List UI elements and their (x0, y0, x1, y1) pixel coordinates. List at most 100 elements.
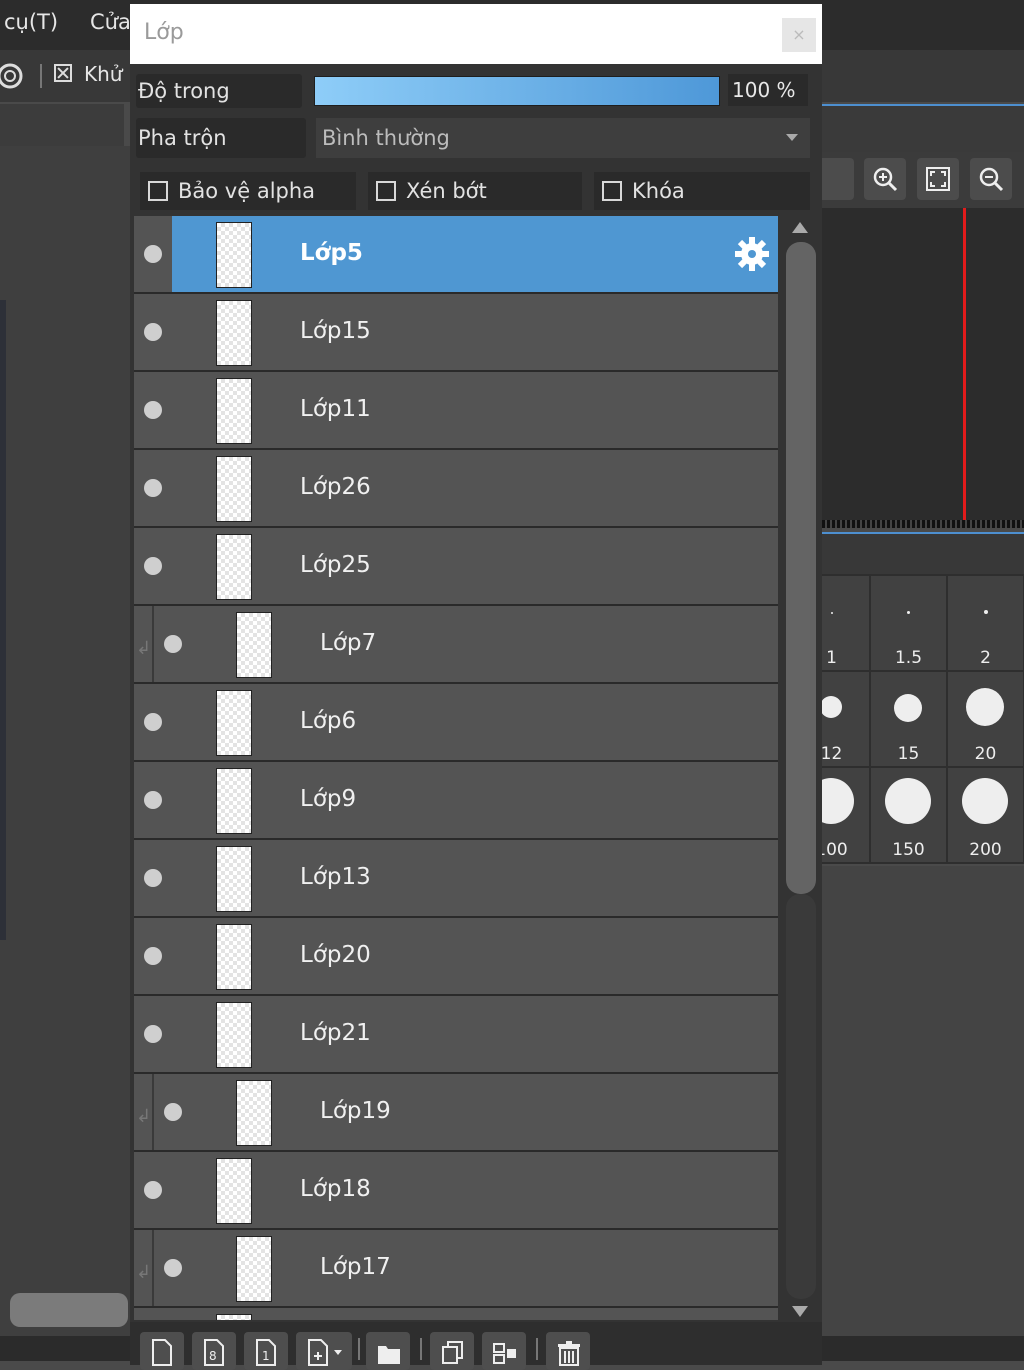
scrollbar-rail (786, 894, 816, 1299)
layer-row[interactable]: Lớp21 (134, 996, 778, 1074)
new-8bit-layer-button[interactable]: 8 (192, 1332, 236, 1370)
opacity-value[interactable]: 100 % (728, 74, 808, 106)
layer-row[interactable]: Lớp5 (134, 216, 778, 294)
layer-row[interactable]: Lớp6 (134, 684, 778, 762)
visibility-toggle-icon[interactable] (144, 401, 162, 419)
layer-row[interactable]: Lớp26 (134, 450, 778, 528)
brush-size-cell[interactable]: 20 (948, 672, 1023, 766)
canvas-area[interactable] (0, 146, 130, 1336)
layer-row[interactable]: Lớp11 (134, 372, 778, 450)
layer-thumbnail (216, 1002, 252, 1068)
scroll-down-arrow-icon[interactable] (792, 1306, 808, 1317)
new-layer-button[interactable] (140, 1332, 184, 1370)
close-button[interactable]: × (782, 18, 816, 52)
layer-row[interactable]: ↲ Lớp17 (134, 1230, 778, 1308)
layer-thumbnail (236, 612, 272, 678)
visibility-toggle-icon[interactable] (164, 1259, 182, 1277)
brush-size-cell[interactable]: 15 (871, 672, 946, 766)
clipping-checkbox[interactable]: Xén bớt (368, 172, 582, 210)
layer-name: Lớp6 (300, 708, 357, 734)
visibility-toggle-icon[interactable] (144, 557, 162, 575)
layer-thumbnail (216, 300, 252, 366)
layer-row[interactable]: Lớp15 (134, 294, 778, 372)
layer-actions-toolbar: 8 1 (130, 1322, 822, 1370)
protect-alpha-checkbox[interactable]: Bảo vệ alpha (140, 172, 356, 210)
brush-size-cell[interactable]: 150 (871, 768, 946, 862)
delete-layer-button[interactable] (546, 1332, 590, 1370)
layer-panel: Lớp × Độ trong 100 % Pha trộn Bình thườn… (130, 4, 822, 1370)
canvas-horizontal-scrollbar[interactable] (10, 1293, 128, 1327)
layer-row[interactable]: ↲ Lớp7 (134, 606, 778, 684)
checkbox-icon (148, 181, 168, 201)
layer-row[interactable]: Lớp20 (134, 918, 778, 996)
opacity-label: Độ trong (136, 74, 302, 108)
clipping-label: Xén bớt (406, 179, 487, 203)
visibility-toggle-icon[interactable] (144, 1181, 162, 1199)
layer-thumbnail (216, 924, 252, 990)
new-1bit-layer-button[interactable]: 1 (244, 1332, 288, 1370)
layer-name: Lớp18 (300, 1176, 371, 1202)
timeline-panel[interactable] (822, 208, 1024, 524)
scrollbar-thumb[interactable] (786, 242, 816, 894)
clipping-arrow-icon: ↲ (136, 1106, 152, 1127)
protect-alpha-label: Bảo vệ alpha (178, 179, 316, 203)
brush-size-cell[interactable]: 1.5 (871, 576, 946, 670)
add-layer-menu-button[interactable] (296, 1332, 352, 1370)
checkbox-icon (602, 181, 622, 201)
fit-view-button[interactable] (917, 158, 959, 200)
toolbar-separator (40, 64, 42, 88)
layer-row[interactable]: Lớp25 (134, 528, 778, 606)
visibility-toggle-icon[interactable] (144, 1025, 162, 1043)
zoom-out-button[interactable] (970, 158, 1012, 200)
layer-name: Lớp15 (300, 318, 371, 344)
visibility-toggle-icon[interactable] (144, 869, 162, 887)
toolbar-separator (536, 1338, 538, 1360)
chevron-down-icon (786, 134, 798, 141)
visibility-toggle-icon[interactable] (144, 713, 162, 731)
brush-size-cell[interactable]: 2 (948, 576, 1023, 670)
menu-tools[interactable]: cụ(T) (4, 10, 58, 34)
opacity-slider[interactable] (314, 76, 720, 106)
visibility-toggle-icon[interactable] (164, 1103, 182, 1121)
lock-label: Khóa (632, 179, 685, 203)
new-folder-button[interactable] (366, 1332, 410, 1370)
layer-name: Lớp5 (300, 240, 363, 266)
layer-row[interactable]: Lớp13 (134, 840, 778, 918)
visibility-toggle-icon[interactable] (144, 323, 162, 341)
layer-thumbnail (216, 456, 252, 522)
layer-settings-gear-icon[interactable] (732, 234, 772, 274)
layer-row[interactable]: Lớp9 (134, 762, 778, 840)
antialias-checkbox[interactable] (54, 64, 72, 82)
toolbar-separator (420, 1338, 422, 1360)
layer-thumbnail (216, 1314, 252, 1320)
visibility-toggle-icon[interactable] (144, 245, 162, 263)
visibility-toggle-icon[interactable] (144, 791, 162, 809)
layer-name: Lớp25 (300, 552, 371, 578)
settings-gear-icon[interactable] (0, 56, 30, 96)
blend-mode-select[interactable]: Bình thường (316, 118, 810, 158)
menu-window[interactable]: Cửa (90, 10, 131, 34)
merge-down-button[interactable] (482, 1332, 526, 1370)
timeline-playhead[interactable] (963, 208, 966, 520)
clipping-arrow-icon: ↲ (136, 638, 152, 659)
visibility-toggle-icon[interactable] (144, 479, 162, 497)
layer-thumbnail (216, 690, 252, 756)
blend-label: Pha trộn (136, 118, 306, 158)
duplicate-layer-button[interactable] (430, 1332, 474, 1370)
layer-name: Lớp17 (320, 1254, 391, 1280)
right-panel-header (822, 104, 1024, 154)
layer-panel-titlebar[interactable]: Lớp × (130, 4, 822, 64)
timeline-ruler (822, 520, 1024, 528)
1bit-layer-icon: 1 (256, 1339, 276, 1366)
brush-size-cell[interactable]: 200 (948, 768, 1023, 862)
layer-row[interactable]: Lớp18 (134, 1152, 778, 1230)
visibility-toggle-icon[interactable] (164, 635, 182, 653)
folder-icon (378, 1346, 400, 1364)
layer-thumbnail (216, 846, 252, 912)
layer-row[interactable]: ↲ Lớp19 (134, 1074, 778, 1152)
layer-row-partial[interactable] (134, 1308, 778, 1320)
scroll-up-arrow-icon[interactable] (792, 222, 808, 233)
lock-checkbox[interactable]: Khóa (594, 172, 810, 210)
zoom-in-button[interactable] (864, 158, 906, 200)
visibility-toggle-icon[interactable] (144, 947, 162, 965)
